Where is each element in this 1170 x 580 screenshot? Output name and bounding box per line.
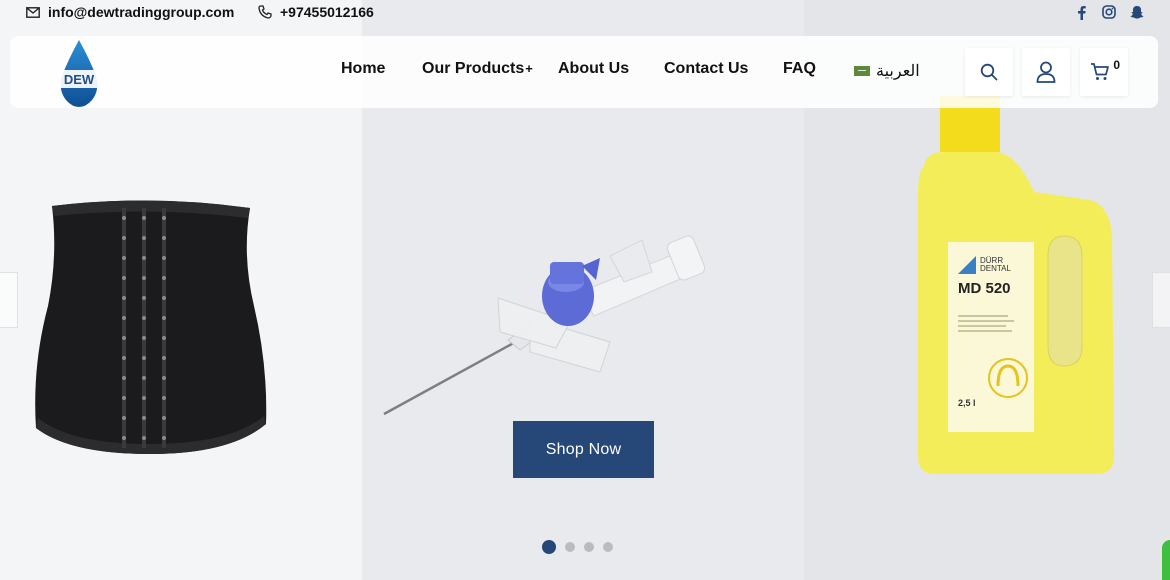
slider-dot-4[interactable] xyxy=(603,542,613,552)
bottle-label: DÜRR DENTAL MD 520 2,5 l xyxy=(958,256,1028,408)
durr-logo-icon xyxy=(958,256,976,274)
instagram-icon[interactable] xyxy=(1102,4,1116,20)
logo-text: DEW xyxy=(64,72,95,87)
bottle-brand-line2: DENTAL xyxy=(980,264,1011,273)
nav-our-products-label: Our Products xyxy=(422,60,525,77)
slider-dot-3[interactable] xyxy=(584,542,594,552)
email-text: info@dewtradinggroup.com xyxy=(48,4,235,20)
nav-home[interactable]: Home xyxy=(341,60,385,78)
bottle-product-name: MD 520 xyxy=(958,280,1011,297)
account-button[interactable] xyxy=(1022,48,1070,96)
bottle-fine-print xyxy=(958,315,1028,332)
language-label: العربية xyxy=(876,63,920,80)
slider-dot-1[interactable] xyxy=(542,540,556,554)
slider-next-arrow[interactable] xyxy=(1152,272,1170,328)
nav-about-us[interactable]: About Us xyxy=(558,60,629,78)
dew-logo[interactable]: DEW xyxy=(56,38,102,108)
slider-prev-arrow[interactable] xyxy=(0,272,18,328)
nav-expand-icon: + xyxy=(525,61,533,76)
search-icon xyxy=(980,63,998,81)
phone-text: +97455012166 xyxy=(280,4,374,20)
user-icon xyxy=(1036,61,1056,83)
email-contact[interactable]: info@dewtradinggroup.com xyxy=(26,4,234,20)
social-links xyxy=(1074,4,1144,20)
nav-contact-us[interactable]: Contact Us xyxy=(664,60,748,78)
main-header: DEW Home Our Products+ About Us Contact … xyxy=(10,36,1158,108)
language-switcher[interactable]: العربية xyxy=(854,61,920,81)
slider-dot-2[interactable] xyxy=(565,542,575,552)
phone-contact[interactable]: +97455012166 xyxy=(258,4,374,20)
iv-cannula-product-image xyxy=(383,235,706,416)
shop-now-button[interactable]: Shop Now xyxy=(513,421,654,478)
corset-product-image xyxy=(35,200,267,454)
bottle-volume: 2,5 l xyxy=(958,398,976,408)
facebook-icon[interactable] xyxy=(1074,4,1088,20)
snapchat-icon[interactable] xyxy=(1130,4,1144,20)
cart-button[interactable]: 0 xyxy=(1080,48,1128,96)
nav-our-products[interactable]: Our Products+ xyxy=(422,60,533,78)
chat-widget-edge[interactable] xyxy=(1162,540,1170,580)
cart-count-badge: 0 xyxy=(1113,58,1120,72)
cart-icon xyxy=(1091,63,1109,80)
nav-faq[interactable]: FAQ xyxy=(783,60,816,78)
dental-tray-icon xyxy=(988,358,1028,398)
phone-icon xyxy=(258,5,272,19)
slider-dots xyxy=(542,540,613,554)
saudi-flag-icon xyxy=(854,66,870,76)
envelope-icon xyxy=(26,6,40,18)
top-bar: info@dewtradinggroup.com +97455012166 xyxy=(0,0,1170,26)
search-button[interactable] xyxy=(965,48,1013,96)
